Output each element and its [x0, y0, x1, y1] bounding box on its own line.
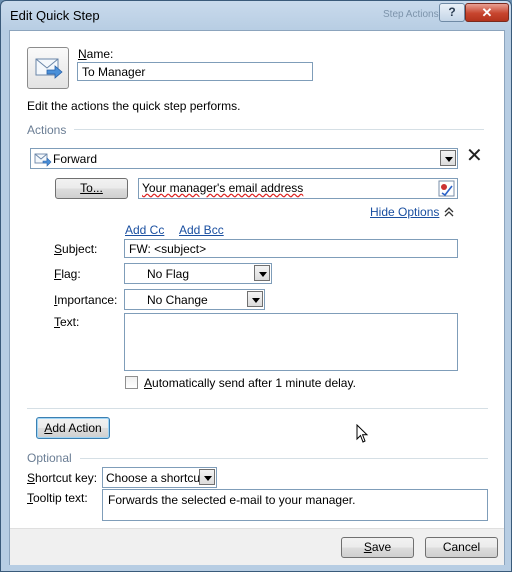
chevron-down-icon[interactable]	[199, 469, 215, 485]
help-icon: ?	[448, 5, 456, 19]
name-input[interactable]: To Manager	[77, 62, 313, 81]
actions-divider	[74, 129, 484, 130]
add-bcc-link[interactable]: Add Bcc	[179, 223, 224, 237]
chevron-down-icon[interactable]	[254, 265, 270, 281]
save-button[interactable]: Save	[341, 537, 414, 558]
text-textarea[interactable]	[124, 313, 458, 371]
auto-send-checkbox[interactable]	[125, 376, 138, 389]
title-bar[interactable]: Edit Quick Step Step Actions ? ✕	[1, 1, 511, 29]
dialog-body: Name: To Manager Edit the actions the qu…	[9, 30, 505, 565]
close-icon: ✕	[481, 5, 493, 20]
flag-select[interactable]: No Flag	[124, 263, 272, 284]
address-book-icon[interactable]	[438, 180, 455, 197]
window-title: Edit Quick Step	[10, 8, 100, 23]
close-button[interactable]: ✕	[465, 3, 509, 22]
name-label: Name:	[78, 47, 114, 61]
shortcut-key-select[interactable]: Choose a shortcut	[102, 467, 217, 488]
button-bar: Save Cancel	[10, 528, 504, 565]
actions-bottom-divider	[27, 408, 488, 409]
dialog-window: Edit Quick Step Step Actions ? ✕ Name: T…	[0, 0, 512, 572]
auto-send-label[interactable]: Automatically send after 1 minute delay.	[144, 376, 356, 390]
tooltip-text-input[interactable]: Forwards the selected e-mail to your man…	[102, 489, 488, 521]
optional-group-label: Optional	[27, 451, 72, 465]
add-cc-link[interactable]: Add Cc	[125, 223, 164, 237]
action-select[interactable]: Forward	[30, 148, 458, 169]
chevron-down-icon[interactable]	[247, 291, 263, 307]
mouse-cursor-icon	[356, 424, 369, 443]
to-input[interactable]: Your manager's email address	[138, 178, 458, 199]
importance-label: Importance:	[54, 293, 118, 307]
cancel-button[interactable]: Cancel	[425, 537, 498, 558]
background-window-title: Step Actions	[383, 9, 439, 20]
envelope-arrow-icon	[35, 58, 63, 79]
forward-mail-icon	[34, 153, 52, 167]
add-action-button[interactable]: Add Action	[36, 417, 110, 439]
action-select-value: Forward	[53, 152, 98, 166]
description-text: Edit the actions the quick step performs…	[27, 99, 241, 113]
subject-label: Subject:	[54, 242, 98, 256]
to-button[interactable]: To...	[55, 178, 128, 199]
importance-select-value: No Change	[147, 293, 208, 307]
chevron-down-icon[interactable]	[440, 150, 456, 166]
to-input-value: Your manager's email address	[142, 181, 304, 195]
importance-select[interactable]: No Change	[124, 289, 265, 310]
shortcut-key-label: Shortcut key:	[27, 471, 98, 485]
shortcut-key-select-value: Choose a shortcut	[106, 471, 204, 485]
text-label: Text:	[54, 315, 80, 329]
tooltip-text-label: Tooltip text:	[27, 491, 88, 505]
hide-options-link[interactable]: Hide Options	[370, 205, 439, 219]
flag-label: Flag:	[54, 267, 81, 281]
subject-input[interactable]: FW: <subject>	[124, 239, 458, 258]
quick-step-icon-button[interactable]	[27, 47, 69, 89]
actions-group-label: Actions	[27, 123, 67, 137]
optional-divider	[80, 458, 488, 459]
help-button[interactable]: ?	[439, 3, 465, 22]
collapse-chevron-icon[interactable]	[444, 207, 454, 217]
flag-select-value: No Flag	[147, 267, 190, 281]
remove-action-icon[interactable]: ✕	[466, 144, 483, 168]
